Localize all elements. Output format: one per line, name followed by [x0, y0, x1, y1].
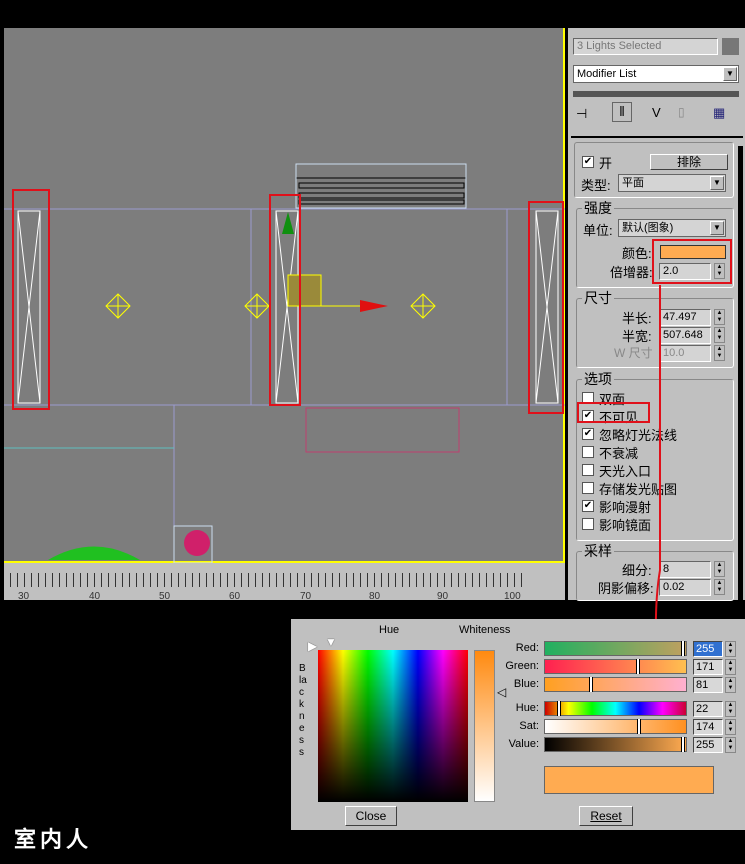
channel-label: Hue: [515, 702, 539, 714]
channel-slider[interactable] [544, 701, 687, 716]
watermark-logo: 室内人 [14, 827, 93, 853]
channel-spinner[interactable]: ▲ ▼ [725, 719, 736, 735]
channel-value-field[interactable]: 255 [693, 737, 723, 753]
close-button[interactable]: Close [345, 806, 397, 826]
blackness-slider-handle[interactable]: ▶ [308, 639, 317, 653]
color-preview-swatch [544, 766, 714, 794]
blackness-label: Blackness [299, 663, 307, 758]
channel-value-field[interactable]: 22 [693, 701, 723, 717]
channel-slider[interactable] [544, 677, 687, 692]
color-selector-dialog: Hue Whiteness Blackness ▶ ▼ ◁ Red: 255 ▲ ▼ G… [291, 619, 745, 830]
channel-spinner[interactable]: ▲ ▼ [725, 701, 736, 717]
channel-spinner[interactable]: ▲ ▼ [725, 677, 736, 693]
slider-handle[interactable] [556, 701, 561, 716]
channel-value-field[interactable]: 171 [693, 659, 723, 675]
whiteness-label: Whiteness [459, 624, 511, 636]
channel-spinner[interactable]: ▲ ▼ [725, 641, 736, 657]
hue-label: Hue [379, 624, 400, 636]
hue-slider-handle[interactable]: ▼ [325, 635, 337, 649]
channel-spinner[interactable]: ▲ ▼ [725, 659, 736, 675]
channel-slider[interactable] [544, 719, 687, 734]
channel-slider[interactable] [544, 737, 687, 752]
channel-label: Sat: [519, 720, 539, 732]
slider-handle[interactable] [681, 641, 685, 656]
channel-label: Blue: [513, 678, 539, 690]
slider-handle[interactable] [588, 677, 593, 692]
channel-spinner[interactable]: ▲ ▼ [725, 737, 736, 753]
channel-slider[interactable] [544, 659, 687, 674]
channel-value-field[interactable]: 81 [693, 677, 723, 693]
channel-value-field[interactable]: 174 [693, 719, 723, 735]
reset-button[interactable]: Reset [579, 806, 633, 826]
channel-value-field[interactable]: 255 [693, 641, 723, 657]
channel-label: Red: [515, 642, 539, 654]
slider-handle[interactable] [636, 659, 641, 674]
channel-label: Value: [508, 738, 539, 750]
channel-slider[interactable] [544, 641, 687, 656]
channel-label: Green: [505, 660, 539, 672]
hue-blackness-picker[interactable] [318, 650, 468, 802]
slider-handle[interactable] [681, 737, 685, 752]
slider-handle[interactable] [637, 719, 642, 734]
